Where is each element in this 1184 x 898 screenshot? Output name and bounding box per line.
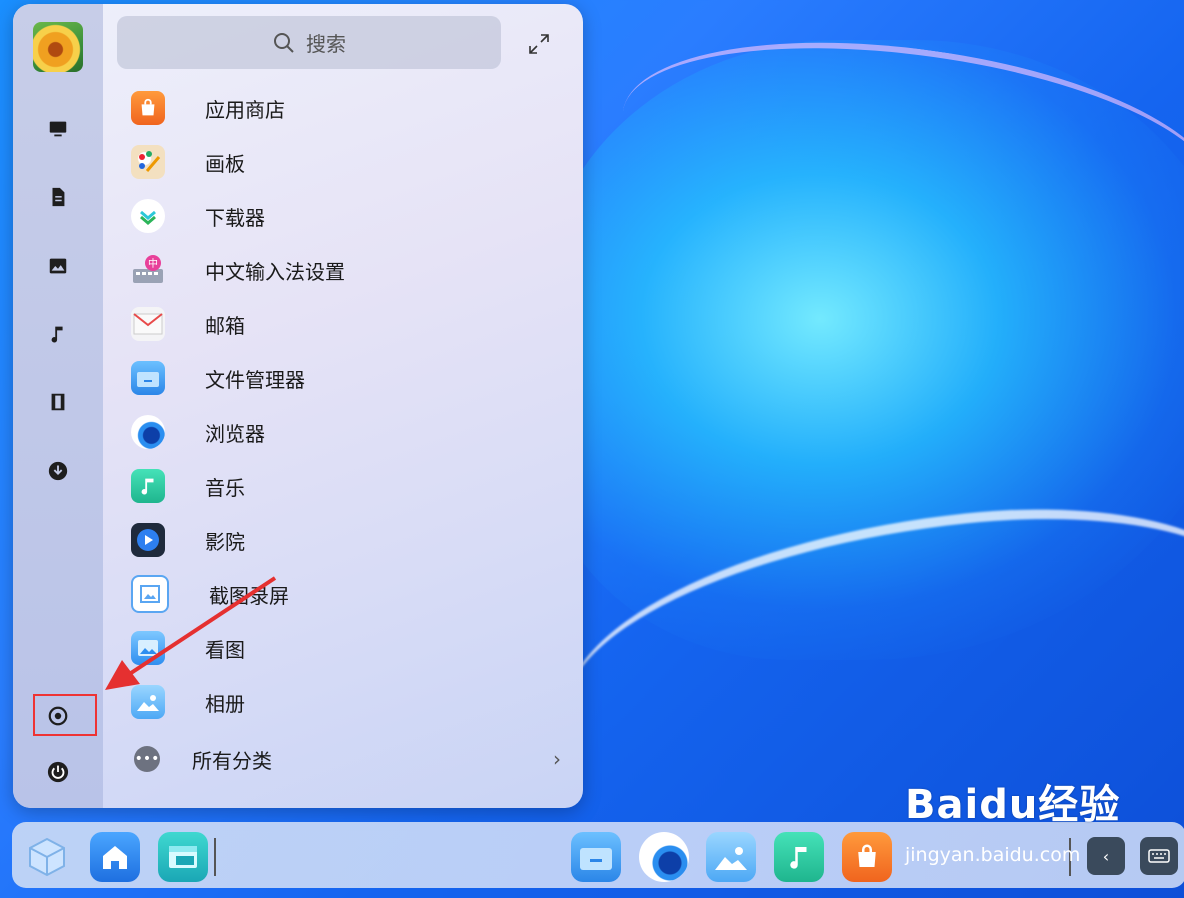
app-label: 画板 [205, 151, 245, 176]
app-label: 音乐 [205, 475, 245, 500]
taskbar-music-icon[interactable] [774, 832, 824, 882]
music-folder-icon[interactable] [46, 322, 70, 346]
store-icon [131, 91, 165, 125]
video-icon [131, 523, 165, 557]
app-item-mail[interactable]: 邮箱 [131, 304, 551, 344]
pictures-icon[interactable] [46, 254, 70, 278]
keyboard-icon: 中 [131, 253, 165, 287]
taskbar-store-icon[interactable] [842, 832, 892, 882]
palette-icon [131, 145, 165, 179]
app-label: 浏览器 [205, 421, 265, 446]
taskbar-browser-icon[interactable] [639, 832, 689, 882]
app-label: 中文输入法设置 [205, 259, 345, 284]
app-label: 邮箱 [205, 313, 245, 338]
app-label: 看图 [205, 637, 245, 662]
virtual-keyboard-icon[interactable] [1140, 837, 1178, 875]
app-item-downloader[interactable]: 下载器 [131, 196, 551, 236]
app-label: 影院 [205, 529, 245, 554]
user-avatar[interactable] [33, 22, 83, 72]
app-label: 应用商店 [205, 97, 285, 122]
start-menu-icon[interactable] [22, 832, 72, 882]
all-categories[interactable]: ••• 所有分类 › [131, 739, 561, 779]
start-menu: 搜索 应用商店 画板 下载器 中 中文输入法设置 邮箱 文件管理器 浏览器 音乐… [13, 4, 583, 808]
tray-expand-icon[interactable]: ‹ [1087, 837, 1125, 875]
mail-icon [131, 307, 165, 341]
app-item-cinema[interactable]: 影院 [131, 520, 551, 560]
watermark-url: jingyan.baidu.com [905, 844, 1081, 866]
music-icon [131, 469, 165, 503]
app-item-store[interactable]: 应用商店 [131, 88, 551, 128]
taskbar-divider [214, 838, 216, 876]
app-item-input-method[interactable]: 中 中文输入法设置 [131, 250, 551, 290]
app-item-file-manager[interactable]: 文件管理器 [131, 358, 551, 398]
search-placeholder: 搜索 [306, 32, 346, 56]
computer-icon[interactable] [46, 117, 70, 141]
home-icon[interactable] [90, 832, 140, 882]
image-viewer-icon [131, 631, 165, 665]
watermark-logo: Baidu经验 [905, 782, 1121, 828]
all-categories-label: 所有分类 [192, 748, 272, 773]
folder-icon [131, 361, 165, 395]
browser-icon [131, 415, 165, 449]
taskbar-album-icon[interactable] [706, 832, 756, 882]
search-box[interactable]: 搜索 [117, 16, 501, 69]
search-icon [274, 32, 294, 53]
more-icon: ••• [134, 746, 160, 772]
app-label: 相册 [205, 691, 245, 716]
app-label: 截图录屏 [209, 583, 289, 608]
app-label: 下载器 [205, 205, 265, 230]
app-item-music[interactable]: 音乐 [131, 466, 551, 506]
chevron-right-icon: › [553, 747, 561, 771]
app-item-browser[interactable]: 浏览器 [131, 412, 551, 452]
videos-icon[interactable] [46, 390, 70, 414]
menu-sidebar [13, 4, 103, 808]
app-item-screenshot[interactable]: 截图录屏 [131, 574, 551, 614]
watermark: Baidu经验 jingyan.baidu.com [905, 772, 1121, 866]
app-item-palette[interactable]: 画板 [131, 142, 551, 182]
downloads-icon[interactable] [46, 459, 70, 483]
documents-icon[interactable] [46, 185, 70, 209]
svg-text:中: 中 [148, 257, 158, 270]
downloader-icon [131, 199, 165, 233]
taskbar-folder-icon[interactable] [571, 832, 621, 882]
app-item-album[interactable]: 相册 [131, 682, 551, 722]
app-item-image-viewer[interactable]: 看图 [131, 628, 551, 668]
screenshot-icon [131, 575, 169, 613]
app-label: 文件管理器 [205, 367, 305, 392]
settings-highlight-box [33, 694, 97, 736]
album-icon [131, 685, 165, 719]
power-icon[interactable] [46, 760, 70, 784]
expand-icon[interactable] [527, 32, 551, 56]
multitask-icon[interactable] [158, 832, 208, 882]
